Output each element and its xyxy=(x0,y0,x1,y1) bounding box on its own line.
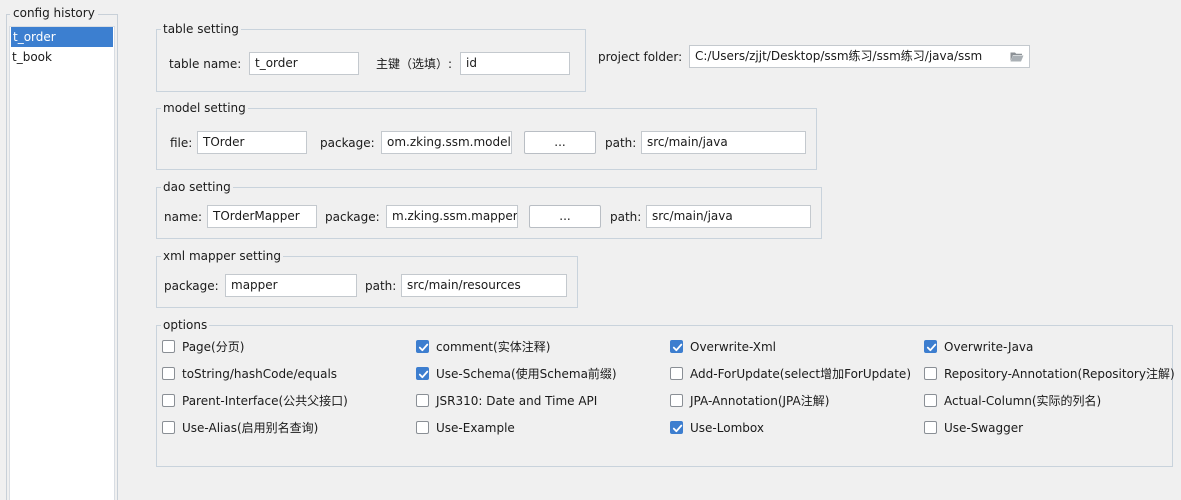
option-label: Repository-Annotation(Repository注解) xyxy=(944,367,1175,381)
option-label: JPA-Annotation(JPA注解) xyxy=(690,394,830,408)
option-label: Parent-Interface(公共父接口) xyxy=(182,394,348,408)
dao-package-label: package: xyxy=(325,210,380,224)
option-label: Overwrite-Xml xyxy=(690,340,777,354)
table-setting-title: table setting xyxy=(161,22,241,36)
check-icon xyxy=(672,343,683,352)
project-folder-input[interactable]: C:/Users/zjjt/Desktop/ssm练习/ssm练习/java/s… xyxy=(689,45,1030,68)
checkbox-unchecked[interactable] xyxy=(670,394,683,407)
check-icon xyxy=(418,343,429,352)
xml-package-label: package: xyxy=(164,279,219,293)
checkbox-unchecked[interactable] xyxy=(162,367,175,380)
dao-name-label: name: xyxy=(164,210,203,224)
model-file-input[interactable]: TOrder xyxy=(197,131,307,154)
xml-path-label: path: xyxy=(365,279,397,293)
model-file-label: file: xyxy=(170,136,193,150)
checkbox-unchecked[interactable] xyxy=(924,394,937,407)
config-history-title: config history xyxy=(10,6,98,20)
checkbox-unchecked[interactable] xyxy=(416,394,429,407)
folder-open-icon[interactable] xyxy=(1010,51,1024,62)
checkbox-unchecked[interactable] xyxy=(924,421,937,434)
dao-browse-button[interactable]: ... xyxy=(529,205,601,228)
checkbox-unchecked[interactable] xyxy=(162,421,175,434)
option-label: comment(实体注释) xyxy=(436,340,551,354)
checkbox-checked[interactable] xyxy=(416,340,429,353)
checkbox-checked[interactable] xyxy=(924,340,937,353)
xml-setting-title: xml mapper setting xyxy=(161,249,283,263)
checkbox-unchecked[interactable] xyxy=(162,394,175,407)
option-label: Use-Swagger xyxy=(944,421,1024,435)
history-item-t-book[interactable]: t_book xyxy=(10,47,114,67)
option-label: Use-Lombox xyxy=(690,421,764,435)
check-icon xyxy=(418,370,429,379)
checkbox-unchecked[interactable] xyxy=(924,367,937,380)
dao-setting-title: dao setting xyxy=(161,180,233,194)
option-label: Use-Example xyxy=(436,421,515,435)
xml-package-input[interactable]: mapper xyxy=(225,274,357,297)
check-icon xyxy=(672,424,683,433)
primary-key-input[interactable]: id xyxy=(460,52,570,75)
option-label: Overwrite-Java xyxy=(944,340,1034,354)
option-label: JSR310: Date and Time API xyxy=(436,394,598,408)
dao-path-input[interactable]: src/main/java xyxy=(646,205,811,228)
check-icon xyxy=(926,343,937,352)
option-label: Page(分页) xyxy=(182,340,245,354)
checkbox-unchecked[interactable] xyxy=(670,367,683,380)
model-path-input[interactable]: src/main/java xyxy=(641,131,806,154)
xml-path-input[interactable]: src/main/resources xyxy=(401,274,567,297)
option-label: toString/hashCode/equals xyxy=(182,367,338,381)
checkbox-checked[interactable] xyxy=(670,421,683,434)
project-folder-value: C:/Users/zjjt/Desktop/ssm练习/ssm练习/java/s… xyxy=(695,49,983,63)
config-history-list[interactable]: t_order t_book xyxy=(9,26,115,500)
model-browse-button[interactable]: ... xyxy=(524,131,596,154)
model-path-label: path: xyxy=(605,136,637,150)
option-label: Use-Schema(使用Schema前缀) xyxy=(436,367,617,381)
primary-key-label: 主键（选填）: xyxy=(376,57,453,71)
option-label: Actual-Column(实际的列名) xyxy=(944,394,1102,408)
checkbox-unchecked[interactable] xyxy=(416,421,429,434)
table-name-input[interactable]: t_order xyxy=(249,52,359,75)
model-setting-title: model setting xyxy=(161,101,248,115)
table-name-label: table name: xyxy=(169,57,242,71)
dao-path-label: path: xyxy=(610,210,642,224)
dao-package-input[interactable]: m.zking.ssm.mapper xyxy=(386,205,518,228)
model-package-label: package: xyxy=(320,136,375,150)
checkbox-checked[interactable] xyxy=(670,340,683,353)
checkbox-unchecked[interactable] xyxy=(162,340,175,353)
option-label: Use-Alias(启用别名查询) xyxy=(182,421,319,435)
project-folder-label: project folder: xyxy=(598,50,683,64)
option-label: Add-ForUpdate(select增加ForUpdate) xyxy=(690,367,911,381)
model-package-input[interactable]: om.zking.ssm.model xyxy=(381,131,512,154)
checkbox-checked[interactable] xyxy=(416,367,429,380)
options-title: options xyxy=(161,318,210,332)
dao-name-input[interactable]: TOrderMapper xyxy=(207,205,317,228)
history-item-t-order[interactable]: t_order xyxy=(11,27,113,47)
